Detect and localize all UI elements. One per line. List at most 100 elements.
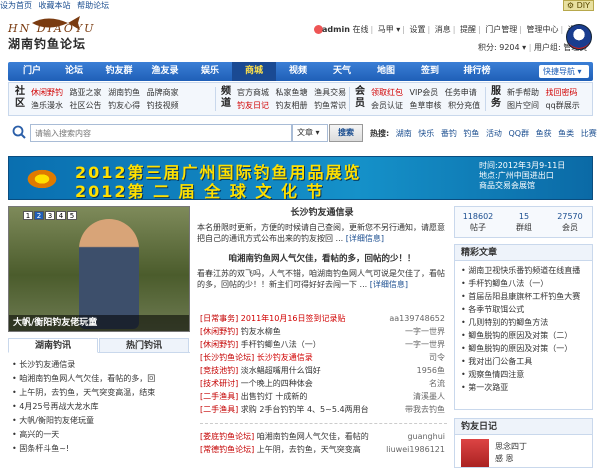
table-row[interactable]: [竞技池钓] 淡水鲳超嘴用什么饵好 1956鱼 xyxy=(200,364,447,377)
table-row[interactable]: [长沙钓鱼论坛] 长沙钓友通信录 司令 xyxy=(200,351,447,364)
search-type-select[interactable]: 文章 ▾ xyxy=(292,124,328,142)
table-row[interactable]: [娄底钓鱼论坛] 咱湘南钓鱼网人气欠佳，看帖的 guanghui xyxy=(200,430,447,443)
link-recover-password[interactable]: 找回密码 xyxy=(546,88,578,97)
link-gear-trade[interactable]: 渔具交易 xyxy=(314,88,346,97)
list-item[interactable]: • 高兴的一天 xyxy=(12,428,190,442)
list-item[interactable]: • 上午阴，去钓鱼，天气突变高温，结束 xyxy=(12,386,190,400)
link-image-space[interactable]: 图片空间 xyxy=(507,101,539,110)
subheadline-title[interactable]: 咱湘南钓鱼网人气欠佳，看帖的多，回帖的少！！ xyxy=(197,252,447,266)
link-task-apply[interactable]: 任务申请 xyxy=(445,88,477,97)
nav-angler-groups[interactable]: 钓友群 xyxy=(96,62,142,81)
stat-posts[interactable]: 118602 帖子 xyxy=(455,211,501,233)
link-angler-diary[interactable]: 钓友日记 xyxy=(237,101,269,110)
link-private-ponds[interactable]: 私家鱼塘 xyxy=(276,88,308,97)
list-item[interactable]: • 鲫鱼脱钩的原因及对策（二） xyxy=(455,329,592,342)
link-angler-tips[interactable]: 钓友心得 xyxy=(108,101,140,110)
hot-tag[interactable]: 湖南 xyxy=(396,129,412,138)
vest-link[interactable]: 马甲 xyxy=(378,25,394,34)
slideshow-caption[interactable]: 大帆/衡阳钓友佬玩童 xyxy=(9,315,189,331)
admin-center-link[interactable]: 管理中心 xyxy=(527,25,559,34)
link-angler-album[interactable]: 钓友相册 xyxy=(276,101,308,110)
slide-5-button[interactable]: 5 xyxy=(67,211,77,220)
diary-entry[interactable]: 思念四丁 xyxy=(495,441,527,453)
list-item[interactable]: • 鲫鱼脱钩的原因及对策（一） xyxy=(455,342,592,355)
link-fishing-videos[interactable]: 钓技视频 xyxy=(147,101,179,110)
nav-weather[interactable]: 天气 xyxy=(320,62,364,81)
help-forum-link[interactable]: 帮助论坛 xyxy=(77,1,109,10)
list-item[interactable]: • 大帆/衡阳钓友佬玩童 xyxy=(12,414,190,428)
stat-groups[interactable]: 15 群组 xyxy=(501,211,547,233)
table-row[interactable]: [二手渔具] 求购 2手台钓钓竿 4、5~5.4两用台 带我去钓鱼 xyxy=(200,403,447,416)
link-hunan-fishing[interactable]: 湖南钓鱼 xyxy=(108,88,140,97)
featured-slideshow[interactable]: 12345 大帆/衡阳钓友佬玩童 xyxy=(8,206,190,332)
diy-button[interactable]: ⚙ DIY xyxy=(562,0,594,11)
site-logo[interactable]: HN DIAOYU 湖南钓鱼论坛 xyxy=(8,12,112,60)
list-item[interactable]: • 首届岳阳县康旗杯工杆钓鱼大赛 xyxy=(455,290,592,303)
slide-3-button[interactable]: 3 xyxy=(45,211,55,220)
hot-tag[interactable]: 钓鱼 xyxy=(463,129,479,138)
table-row[interactable]: [日常事务] 2011年10月16日签到记录贴 aa139748652 xyxy=(200,312,447,325)
search-button[interactable]: 搜索 xyxy=(329,124,363,142)
link-bait-review[interactable]: 鱼草审核 xyxy=(410,101,442,110)
link-fishing-fun[interactable]: 渔乐漫水 xyxy=(31,101,63,110)
hot-tag[interactable]: 鱼类 xyxy=(558,129,574,138)
subheadline-more-link[interactable]: [详细信息] xyxy=(370,280,408,289)
expo-banner[interactable]: 2012第三届广州国际钓鱼用品展览 2012第 二 届 全 球 文 化 节 时间… xyxy=(8,156,593,200)
hot-tag[interactable]: 比赛 xyxy=(581,129,597,138)
link-claim-redpacket[interactable]: 领取红包 xyxy=(371,88,403,97)
username-link[interactable]: admin xyxy=(322,25,350,34)
link-points-recharge[interactable]: 积分充值 xyxy=(448,101,480,110)
hot-tag[interactable]: QQ群 xyxy=(508,129,529,138)
table-row[interactable]: [休闲野钓] 钓友水柳鱼 一字一世界 xyxy=(200,325,447,338)
list-item[interactable]: • 咱湘南钓鱼网人气欠佳，看帖的多，回 xyxy=(12,372,190,386)
nav-portal[interactable]: 门户 xyxy=(12,62,52,81)
search-input[interactable] xyxy=(30,124,292,142)
bookmark-link[interactable]: 收藏本站 xyxy=(39,1,71,10)
portal-admin-link[interactable]: 门户管理 xyxy=(485,25,517,34)
nav-entertainment[interactable]: 娱乐 xyxy=(188,62,232,81)
list-item[interactable]: • 手杆钓鲫鱼八法（一） xyxy=(455,277,592,290)
list-item[interactable]: • 观察鱼情四注意 xyxy=(455,368,592,381)
list-item[interactable]: • 湖南卫视快乐番钓频道在线直播 xyxy=(455,264,592,277)
settings-link[interactable]: 设置 xyxy=(410,25,426,34)
link-community-notice[interactable]: 社区公告 xyxy=(70,101,102,110)
slide-2-button[interactable]: 2 xyxy=(34,211,44,220)
list-item[interactable]: • 几则特别的钓鲫鱼方法 xyxy=(455,316,592,329)
link-qq-groups[interactable]: qq群展示 xyxy=(546,101,580,110)
link-brand-merchants[interactable]: 品牌商家 xyxy=(147,88,179,97)
table-row[interactable]: [常德钓鱼论坛] 上午阴，去钓鱼，天气突变高 liuwei1986121 xyxy=(200,443,447,456)
points-link[interactable]: 积分: 9204 xyxy=(478,43,520,52)
link-vip-member[interactable]: VIP会员 xyxy=(410,88,439,97)
hot-tag[interactable]: 番钓 xyxy=(441,129,457,138)
nav-checkin[interactable]: 签到 xyxy=(408,62,452,81)
headline-more-link[interactable]: [详细信息] xyxy=(346,234,384,243)
table-row[interactable]: [二手渔具] 出售钓灯 十成新的 清溪墨人 xyxy=(200,390,447,403)
list-item[interactable]: • 第一次路亚 xyxy=(455,381,592,394)
headline-title[interactable]: 长沙钓友通信录 xyxy=(197,206,447,220)
list-item[interactable]: • 各季节取饵公式 xyxy=(455,303,592,316)
nav-leaderboard[interactable]: 排行榜 xyxy=(452,62,502,81)
link-lure-home[interactable]: 路亚之家 xyxy=(70,88,102,97)
tab-hunan-news[interactable]: 湖南钓讯 xyxy=(8,338,98,353)
list-item[interactable]: • 长沙钓友通信录 xyxy=(12,358,190,372)
link-newbie-help[interactable]: 新手帮助 xyxy=(507,88,539,97)
stat-members[interactable]: 27570 会员 xyxy=(547,211,593,233)
nav-video[interactable]: 视频 xyxy=(276,62,320,81)
nav-forum[interactable]: 论坛 xyxy=(52,62,96,81)
list-item[interactable]: • 4月25号再战大龙水库 xyxy=(12,400,190,414)
tab-hot-news[interactable]: 热门钓讯 xyxy=(99,338,189,353)
table-row[interactable]: [休闲野钓] 手杆钓鲫鱼八法（一） 一字一世界 xyxy=(200,338,447,351)
hot-tag[interactable]: 快乐 xyxy=(418,129,434,138)
diary-avatar[interactable] xyxy=(461,439,489,467)
table-row[interactable]: [技术研讨] 一个晚上的四种体会 名流 xyxy=(200,377,447,390)
link-leisure-fishing[interactable]: 休闲野钓 xyxy=(31,88,63,97)
hot-tag[interactable]: 鱼获 xyxy=(536,129,552,138)
diary-entry[interactable]: 感 恩 xyxy=(495,453,527,465)
nav-mall[interactable]: 商城 xyxy=(232,62,276,81)
link-member-verify[interactable]: 会员认证 xyxy=(371,101,403,110)
hot-tag[interactable]: 活动 xyxy=(486,129,502,138)
nav-map[interactable]: 地图 xyxy=(364,62,408,81)
reminders-link[interactable]: 提醒 xyxy=(460,25,476,34)
set-homepage-link[interactable]: 设为首页 xyxy=(0,1,32,10)
link-fishing-basics[interactable]: 钓鱼常识 xyxy=(314,101,346,110)
